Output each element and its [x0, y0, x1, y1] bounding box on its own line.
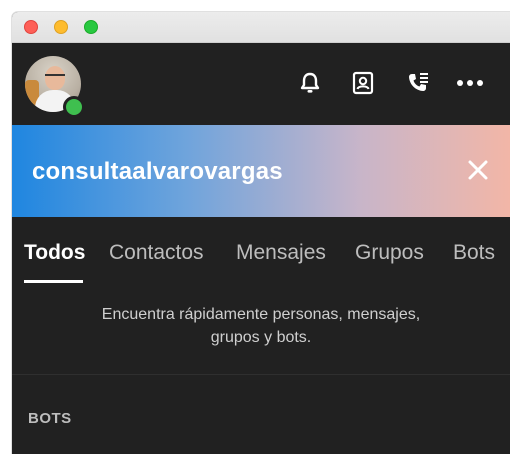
search-query-text: consultaalvarovargas [32, 158, 283, 185]
tab-grupos[interactable]: Grupos [355, 241, 424, 265]
app-header [12, 43, 510, 123]
divider [12, 374, 510, 375]
tab-mensajes[interactable]: Mensajes [236, 241, 326, 265]
window-minimize-button[interactable] [54, 20, 68, 34]
search-hint-line-1: Encuentra rápidamente personas, mensajes… [101, 306, 421, 323]
search-hint-line-2: grupos y bots. [210, 329, 312, 346]
active-tab-indicator [24, 280, 83, 283]
phone-list-icon[interactable] [404, 69, 432, 97]
tab-contactos[interactable]: Contactos [109, 241, 204, 265]
search-tabs: Todos Contactos Mensajes Grupos Bots [12, 217, 510, 283]
app-window: consultaalvarovargas Todos Contactos Men… [12, 12, 510, 454]
close-icon[interactable] [466, 158, 490, 182]
avatar-photo-glasses [45, 74, 65, 81]
contacts-icon[interactable] [349, 69, 377, 97]
search-query-banner: consultaalvarovargas [12, 125, 510, 217]
tab-bots[interactable]: Bots [453, 241, 495, 265]
more-icon[interactable] [456, 69, 484, 97]
presence-online-badge [63, 96, 85, 118]
bell-icon[interactable] [296, 69, 324, 97]
section-header-bots: BOTS [28, 410, 72, 427]
search-hint: Encuentra rápidamente personas, mensajes… [12, 303, 510, 349]
window-zoom-button[interactable] [84, 20, 98, 34]
avatar[interactable] [25, 56, 85, 118]
window-close-button[interactable] [24, 20, 38, 34]
tab-todos[interactable]: Todos [24, 241, 85, 265]
title-bar [12, 12, 510, 43]
